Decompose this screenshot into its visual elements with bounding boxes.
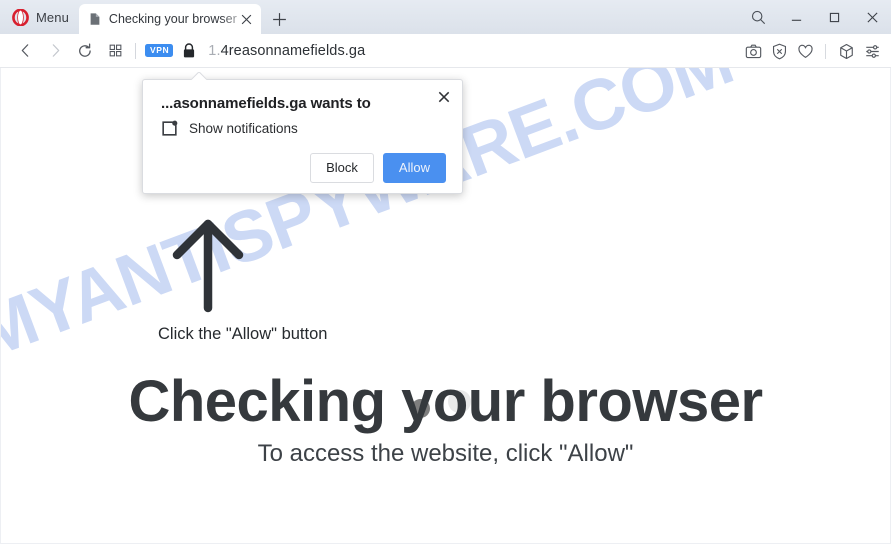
close-icon: [438, 91, 450, 103]
tab-strip: Menu Checking your browser: [0, 0, 891, 34]
up-arrow-icon: [172, 219, 244, 313]
popup-close-button[interactable]: [433, 86, 455, 108]
page-content: MYANTISPYWARE.COM Click the "Allow" butt…: [0, 68, 891, 544]
address-icons-divider: [825, 43, 826, 59]
close-window-button[interactable]: [853, 0, 891, 34]
allow-button[interactable]: Allow: [382, 153, 446, 183]
page-title: Checking your browser: [128, 369, 763, 434]
back-button[interactable]: [10, 37, 40, 65]
toolbar-divider: [135, 42, 136, 59]
lock-icon[interactable]: [182, 42, 196, 59]
speed-dial-icon: [109, 44, 121, 57]
browser-tab[interactable]: Checking your browser: [78, 4, 261, 34]
snapshot-camera-button[interactable]: [740, 37, 766, 65]
minimize-icon: [791, 19, 801, 21]
search-icon: [751, 10, 765, 24]
speed-dial-button[interactable]: [100, 37, 130, 65]
popup-permission-label: Show notifications: [189, 121, 298, 136]
tab-close-icon[interactable]: [237, 9, 257, 29]
easy-setup-sliders-icon: [865, 44, 879, 58]
popup-permission-row: Show notifications: [161, 120, 446, 137]
reload-button[interactable]: [70, 37, 100, 65]
address-bar-right-icons: [740, 34, 885, 68]
window-controls: [739, 0, 891, 34]
minimize-button[interactable]: [777, 0, 815, 34]
opera-menu-button[interactable]: Menu: [6, 0, 79, 34]
favorites-button[interactable]: [792, 37, 818, 65]
plus-icon: [273, 12, 287, 26]
snapshot-camera-icon: [745, 44, 761, 58]
address-bar: VPN 1.4reasonnamefields.ga: [0, 34, 891, 68]
menu-label: Menu: [36, 9, 69, 25]
ad-blocker-button[interactable]: [766, 37, 792, 65]
url-host: 4reasonnamefields.ga: [220, 42, 366, 59]
block-button[interactable]: Block: [310, 153, 374, 183]
click-hint-text: Click the "Allow" button: [158, 325, 328, 343]
browser-window: Menu Checking your browser VPN 1.4reason…: [0, 0, 891, 544]
opera-logo: [12, 8, 29, 26]
page-favicon: [90, 13, 100, 25]
tab-title-wrap: Checking your browser: [109, 11, 237, 28]
forward-icon: [52, 44, 59, 57]
search-button[interactable]: [739, 0, 777, 34]
notification-permission-popup: ...asonnamefields.ga wants to Show notif…: [142, 79, 463, 194]
popup-pointer: [191, 72, 207, 80]
ad-blocker-shield-icon: [772, 43, 786, 59]
extensions-button[interactable]: [833, 37, 859, 65]
close-icon: [866, 11, 878, 23]
url-text[interactable]: 1.4reasonnamefields.ga: [208, 43, 365, 59]
tab-title: Checking your browser: [108, 11, 237, 26]
url-scheme: 1.: [208, 42, 221, 59]
extensions-cube-icon: [839, 43, 853, 59]
popup-title: ...asonnamefields.ga wants to: [161, 95, 371, 112]
reload-icon: [79, 43, 91, 57]
new-tab-button[interactable]: [265, 4, 295, 34]
popup-actions: Block Allow: [161, 153, 446, 183]
back-icon: [21, 44, 28, 57]
notifications-icon: [161, 120, 178, 137]
up-arrow-container: [158, 216, 358, 316]
vpn-badge[interactable]: VPN: [145, 44, 174, 57]
forward-button[interactable]: [40, 37, 70, 65]
page-subtitle: To access the website, click "Allow": [257, 440, 634, 467]
maximize-icon: [829, 12, 839, 22]
maximize-button[interactable]: [815, 0, 853, 34]
heart-favorites-icon: [797, 44, 813, 58]
easy-setup-button[interactable]: [859, 37, 885, 65]
